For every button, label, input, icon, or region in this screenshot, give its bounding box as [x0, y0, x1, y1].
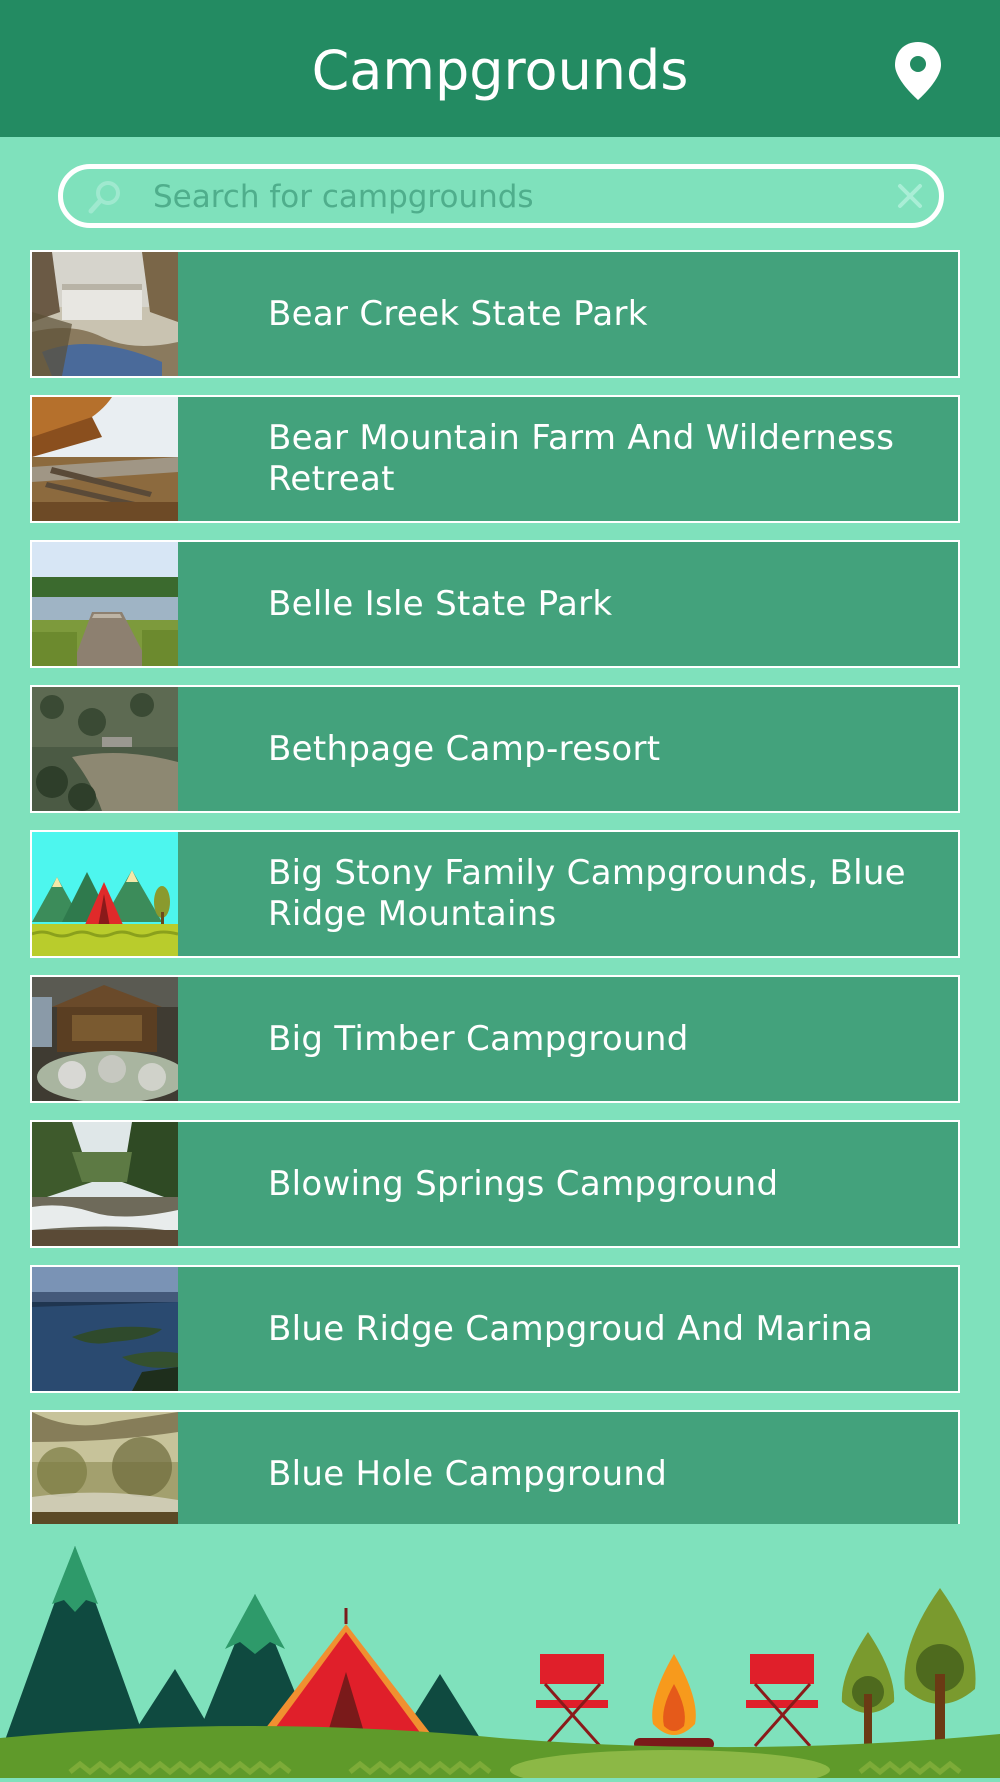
- campfire-icon: [634, 1654, 714, 1750]
- location-button[interactable]: [892, 40, 944, 102]
- waterfall-creek-photo: [32, 252, 178, 376]
- page-title: Campgrounds: [311, 39, 689, 102]
- list-item[interactable]: Bethpage Camp-resort: [30, 685, 960, 813]
- campsite-illustration: [0, 1524, 1000, 1782]
- tent-illustration: [32, 832, 178, 956]
- campground-name: Big Stony Family Campgrounds, Blue Ridge…: [268, 853, 906, 934]
- campground-name: Blue Hole Campground: [268, 1453, 668, 1494]
- list-item[interactable]: Bear Mountain Farm And Wilderness Retrea…: [30, 395, 960, 523]
- split-rail-fence-photo: [32, 397, 178, 521]
- list-item[interactable]: Big Stony Family Campgrounds, Blue Ridge…: [30, 830, 960, 958]
- tree-large-icon: [904, 1588, 976, 1754]
- dock-lake-photo: [32, 542, 178, 666]
- tree-small-icon: [841, 1632, 895, 1754]
- chair-right-icon: [746, 1654, 818, 1747]
- misty-forest-photo: [32, 1412, 178, 1524]
- campground-name: Bear Mountain Farm And Wilderness Retrea…: [268, 418, 895, 499]
- list-item[interactable]: Blue Ridge Campgroud And Marina: [30, 1265, 960, 1393]
- list-item[interactable]: Big Timber Campground: [30, 975, 960, 1103]
- search-input[interactable]: [151, 173, 845, 221]
- campground-name: Belle Isle State Park: [268, 583, 613, 624]
- entrance-sign-photo: [32, 977, 178, 1101]
- campground-name: Bethpage Camp-resort: [268, 728, 661, 769]
- list-item[interactable]: Blowing Springs Campground: [30, 1120, 960, 1248]
- campground-list: Bear Creek State Park Bear Mountain Farm…: [0, 250, 1000, 1524]
- list-item[interactable]: Bear Creek State Park: [30, 250, 960, 378]
- campground-name: Bear Creek State Park: [268, 293, 648, 334]
- close-icon[interactable]: [897, 183, 923, 209]
- chair-left-icon: [536, 1654, 608, 1747]
- list-item[interactable]: Blue Hole Campground: [30, 1410, 960, 1524]
- map-pin-icon: [895, 42, 941, 100]
- search-bar: [58, 164, 944, 228]
- river-rapids-photo: [32, 1122, 178, 1246]
- aerial-river-photo: [32, 687, 178, 811]
- campground-name: Blue Ridge Campgroud And Marina: [268, 1308, 874, 1349]
- magnifier-icon: [87, 179, 123, 215]
- campground-name: Blowing Springs Campground: [268, 1163, 779, 1204]
- list-item[interactable]: Belle Isle State Park: [30, 540, 960, 668]
- app-header: Campgrounds: [0, 0, 1000, 137]
- lake-aerial-photo: [32, 1267, 178, 1391]
- campground-name: Big Timber Campground: [268, 1018, 689, 1059]
